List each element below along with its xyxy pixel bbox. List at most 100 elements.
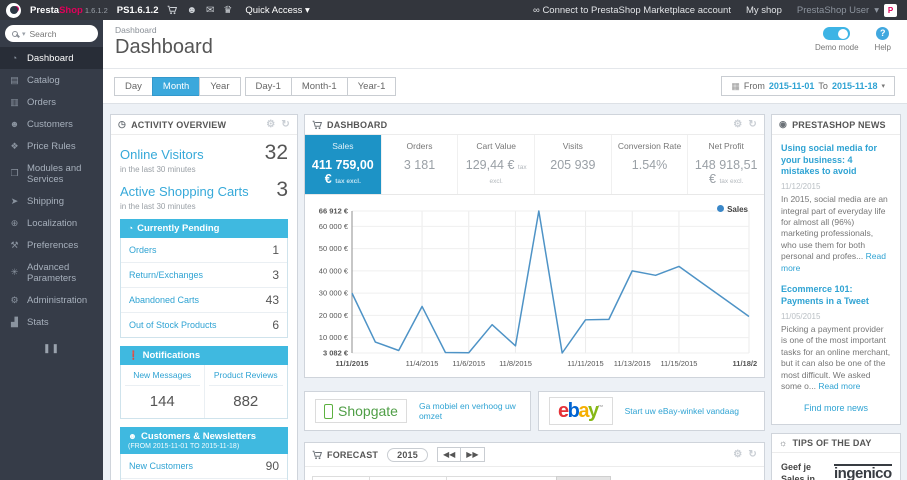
shipping-icon: ➤ xyxy=(10,195,19,206)
marketplace-connect-link[interactable]: ∞ Connect to PrestaShop Marketplace acco… xyxy=(533,5,731,16)
shop-version: PS1.6.1.2 xyxy=(116,4,159,16)
active-carts-sub: in the last 30 minutes xyxy=(120,202,196,211)
forecast-legend-sales[interactable]: Sales xyxy=(555,476,612,480)
localization-icon: ⊕ xyxy=(10,217,19,228)
my-shop-link[interactable]: My shop xyxy=(746,5,782,16)
bell-icon: ❗ xyxy=(128,350,139,360)
svg-text:30 000 €: 30 000 € xyxy=(319,289,349,298)
sidebar-nav: ▾ ◔Dashboard ▤Catalog ▥Orders ☻Customers… xyxy=(0,20,103,480)
dashboard-cart-icon xyxy=(312,120,322,130)
panel-settings-icon[interactable]: ⚙ xyxy=(266,119,275,130)
sales-legend-dot xyxy=(717,205,725,212)
forecast-legend: Traffic Conversion Average Cart Value Sa… xyxy=(305,467,764,480)
tips-heading: Geef je Sales in het buitenland een Boos… xyxy=(781,461,816,480)
dashboard-settings-icon[interactable]: ⚙ xyxy=(733,119,742,130)
calendar-icon: ▦ xyxy=(731,80,740,91)
sidebar-item-price-rules[interactable]: ❖ Price Rules xyxy=(0,135,103,157)
prestashop-logo xyxy=(6,2,21,18)
sales-line-chart: 3 082 € 10 000 € 20 000 € 30 000 € 40 000 € 5… xyxy=(310,199,766,376)
kpi-net-profit[interactable]: Net Profit 148 918,51 € tax excl. xyxy=(688,135,764,194)
page-title: Dashboard xyxy=(115,36,213,58)
trophy-icon[interactable]: ♛ xyxy=(223,5,232,16)
customers-icon: ☻ xyxy=(9,119,20,129)
sidebar-item-administration[interactable]: ⚙ Administration xyxy=(0,289,103,311)
forecast-settings-icon[interactable]: ⚙ xyxy=(733,449,742,460)
sidebar-item-advanced-parameters[interactable]: ✳ Advanced Parameters xyxy=(0,256,103,289)
sidebar-collapse-button[interactable]: ❚❚ xyxy=(0,343,103,354)
forecast-prev-button[interactable]: ◀◀ xyxy=(436,447,462,462)
range-year-1-button[interactable]: Year-1 xyxy=(346,76,397,96)
kpi-orders[interactable]: Orders 3 181 xyxy=(382,135,459,194)
read-more-link[interactable]: Read more xyxy=(818,381,860,391)
pending-row-out-of-stock: Out of Stock Products 6 xyxy=(129,318,279,332)
phone-icon xyxy=(324,403,333,419)
breadcrumb[interactable]: Dashboard xyxy=(115,25,895,35)
sidebar-item-catalog[interactable]: ▤ Catalog xyxy=(0,69,103,91)
forecast-next-button[interactable]: ▶▶ xyxy=(460,447,485,462)
svg-text:60 000 €: 60 000 € xyxy=(319,222,349,231)
dashboard-refresh-icon[interactable]: ↻ xyxy=(748,119,757,130)
demo-mode-toggle[interactable] xyxy=(823,27,851,40)
ebay-banner[interactable]: ebay™ Start uw eBay-winkel vandaag xyxy=(538,391,765,431)
search-icon xyxy=(12,30,18,37)
administration-icon: ⚙ xyxy=(10,294,19,305)
cart-icon[interactable] xyxy=(167,5,178,15)
link-icon: ∞ xyxy=(533,4,540,16)
shopgate-banner[interactable]: Shopgate Ga mobiel en verhoog uw omzet xyxy=(304,391,531,431)
news-article-title[interactable]: Ecommerce 101: Payments in a Tweet xyxy=(781,284,891,307)
forecast-legend-traffic[interactable]: Traffic xyxy=(312,476,370,480)
forecast-legend-conversion[interactable]: Conversion xyxy=(368,476,448,480)
range-year-button[interactable]: Year xyxy=(199,76,241,96)
user-menu[interactable]: PrestaShop User ▾ P xyxy=(797,3,897,17)
tips-panel-title: TIPS OF THE DAY xyxy=(792,437,872,448)
pending-row-abandoned-carts: Abandoned Carts 43 xyxy=(121,288,287,313)
range-month-button[interactable]: Month xyxy=(151,76,201,96)
date-caret-icon: ▾ xyxy=(881,83,885,90)
svg-text:11/13/2015: 11/13/2015 xyxy=(614,359,651,368)
svg-text:20 000 €: 20 000 € xyxy=(319,311,349,320)
kpi-visits[interactable]: Visits 205 939 xyxy=(535,135,612,194)
message-icon[interactable]: ✉ xyxy=(206,5,214,16)
kpi-cart-value[interactable]: Cart Value 129,44 € tax excl. xyxy=(458,135,536,194)
customer-icon[interactable]: ☻ xyxy=(186,5,197,16)
help-icon[interactable]: ? xyxy=(876,27,890,40)
range-day-button[interactable]: Day xyxy=(114,76,153,96)
sidebar-item-dashboard[interactable]: ◔ Dashboard xyxy=(0,47,103,69)
sidebar-item-localization[interactable]: ⊕ Localization xyxy=(0,212,103,234)
kpi-conversion-rate[interactable]: Conversion Rate 1.54% xyxy=(612,135,689,194)
sidebar-item-preferences[interactable]: ⚒ Preferences xyxy=(0,234,103,256)
help-label: Help xyxy=(874,43,891,52)
sidebar-search[interactable]: ▾ xyxy=(5,25,98,42)
pending-row-orders: Orders 1 xyxy=(121,238,287,263)
sidebar-item-orders[interactable]: ▥ Orders xyxy=(0,91,103,113)
new-messages-cell: New Messages 144 xyxy=(121,365,205,418)
online-visitors-link[interactable]: Online Visitors xyxy=(120,147,204,162)
sidebar-item-modules[interactable]: ❒ Modules and Services xyxy=(0,157,103,190)
active-carts-link[interactable]: Active Shopping Carts xyxy=(120,184,249,199)
news-article-title[interactable]: Using social media for your business: 4 … xyxy=(781,143,891,178)
forecast-legend-average-cart-value[interactable]: Average Cart Value xyxy=(446,476,557,480)
chart-legend-sales[interactable]: Sales xyxy=(717,205,748,214)
news-article-date: 11/05/2015 xyxy=(781,311,821,321)
shopgate-link[interactable]: Ga mobiel en verhoog uw omzet xyxy=(419,401,520,421)
ebay-link[interactable]: Start uw eBay-winkel vandaag xyxy=(625,406,739,416)
forecast-refresh-icon[interactable]: ↻ xyxy=(748,449,757,460)
date-range-picker[interactable]: ▦ From 2015-11-01 To 2015-11-18 ▾ xyxy=(721,76,895,96)
sidebar-item-stats[interactable]: ▟ Stats xyxy=(0,311,103,333)
online-visitors-sub: in the last 30 minutes xyxy=(120,165,196,174)
panel-refresh-icon[interactable]: ↻ xyxy=(281,119,290,130)
kpi-sales[interactable]: Sales 411 759,00 € tax excl. xyxy=(305,135,382,194)
clock-icon: ◷ xyxy=(118,119,127,129)
range-day-1-button[interactable]: Day-1 xyxy=(244,76,292,96)
find-more-news-link[interactable]: Find more news xyxy=(781,403,891,413)
ebay-logo: ebay™ xyxy=(549,397,613,425)
sidebar-item-customers[interactable]: ☻ Customers xyxy=(0,113,103,135)
range-month-1-button[interactable]: Month-1 xyxy=(290,76,348,96)
svg-text:11/18/201: 11/18/201 xyxy=(733,359,757,368)
customers-newsletters-header: ☻ Customers & Newsletters (FROM 2015-11-01… xyxy=(120,427,288,454)
sidebar-item-shipping[interactable]: ➤ Shipping xyxy=(0,190,103,212)
page-header: Dashboard Dashboard Demo mode ? Help xyxy=(103,20,907,68)
stats-icon: ▟ xyxy=(11,316,18,327)
quick-access-menu[interactable]: Quick Access ▾ xyxy=(245,5,309,16)
search-input[interactable] xyxy=(29,28,91,39)
